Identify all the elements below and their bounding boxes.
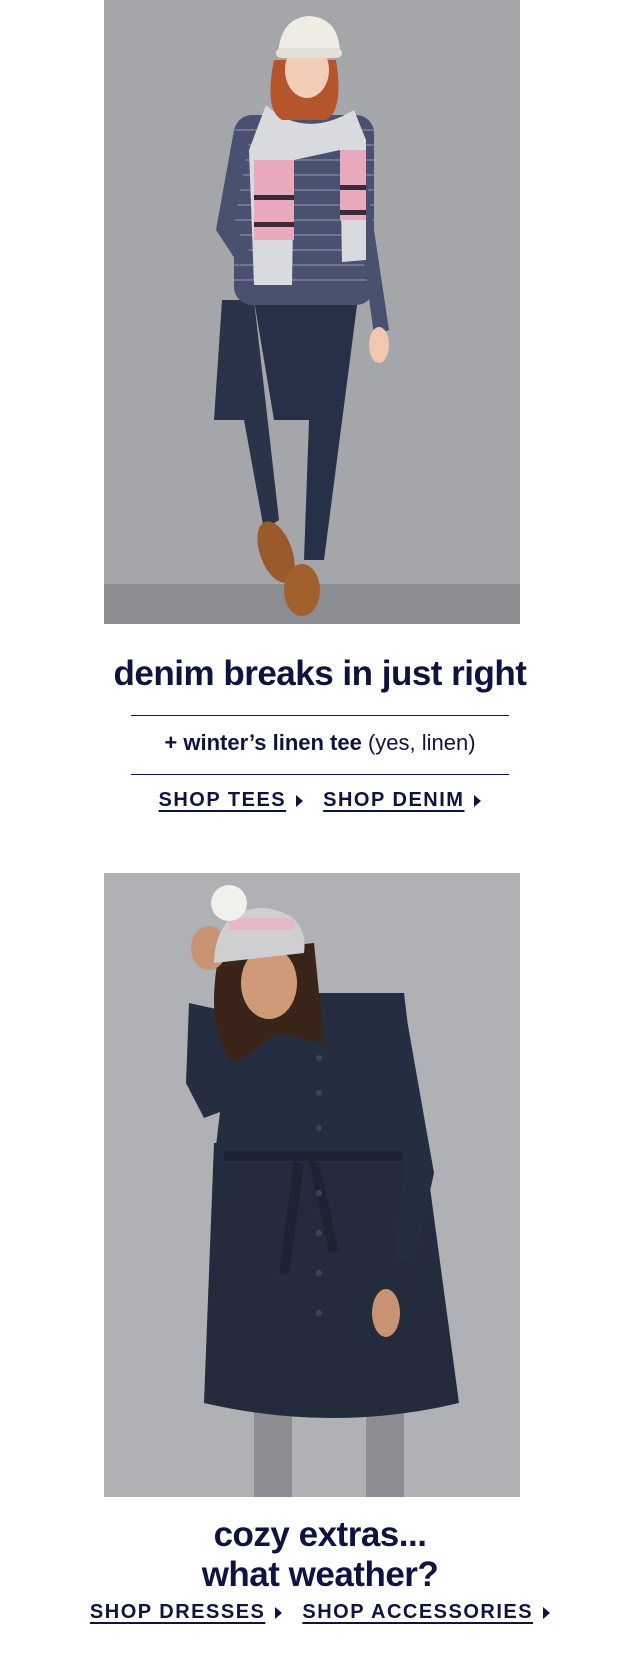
shop-dresses-link[interactable]: SHOP DRESSES <box>89 1601 283 1624</box>
section-2-cta-row: SHOP DRESSES SHOP ACCESSORIES <box>0 1601 640 1624</box>
shop-denim-link[interactable]: SHOP DENIM <box>323 789 482 812</box>
divider-bottom <box>131 774 509 775</box>
shop-tees-label: SHOP TEES <box>158 789 287 811</box>
shop-tees-link[interactable]: SHOP TEES <box>159 789 304 812</box>
divider-top <box>131 715 509 716</box>
hero-image-denim[interactable] <box>104 0 520 624</box>
subline-regular-text: (yes, linen) <box>361 730 476 755</box>
shop-denim-label: SHOP DENIM <box>323 789 465 811</box>
shop-accessories-link[interactable]: SHOP ACCESSORIES <box>302 1601 551 1624</box>
subline-bold-text: + winter’s linen tee <box>164 730 362 755</box>
caret-right-icon <box>275 1606 283 1619</box>
hero-image-dress[interactable] <box>104 873 520 1497</box>
section-1-headline: denim breaks in just right <box>113 654 527 693</box>
section-2-headline: cozy extras... what weather? <box>0 1515 640 1595</box>
caret-right-icon <box>296 794 304 807</box>
caret-right-icon <box>543 1606 551 1619</box>
caret-right-icon <box>474 794 482 807</box>
section-1-subline: + winter’s linen tee (yes, linen) <box>0 728 640 758</box>
shop-dresses-label: SHOP DRESSES <box>89 1601 266 1623</box>
section-1-cta-row: SHOP TEES SHOP DENIM <box>0 789 640 812</box>
shop-accessories-label: SHOP ACCESSORIES <box>302 1601 534 1623</box>
section-2-headline-line-2: what weather? <box>201 1555 439 1594</box>
section-2-headline-line-1: cozy extras... <box>213 1515 427 1554</box>
